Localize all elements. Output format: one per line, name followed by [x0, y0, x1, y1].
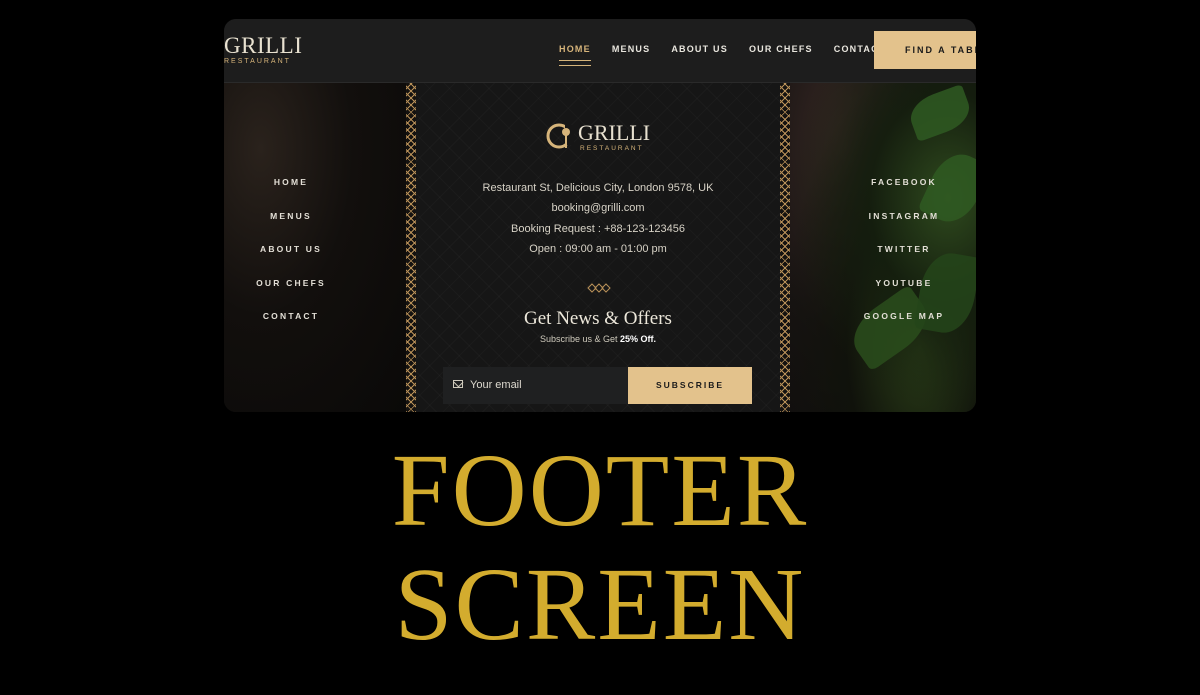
nav-our-chefs[interactable]: OUR CHEFS — [749, 44, 813, 54]
footer-social-links: FACEBOOK INSTAGRAM TWITTER YOUTUBE GOOGL… — [834, 177, 974, 345]
footer-link-home[interactable]: HOME — [224, 177, 358, 211]
site-header: GRILLI RESTAURANT HOME MENUS ABOUT US OU… — [224, 19, 976, 83]
footer-logo-subtitle: RESTAURANT — [580, 145, 644, 152]
social-link-youtube[interactable]: YOUTUBE — [834, 278, 974, 312]
nav-menus[interactable]: MENUS — [612, 44, 651, 54]
caption-line-1: FOOTER — [391, 433, 809, 548]
nav-home[interactable]: HOME — [559, 44, 591, 66]
caption-line-2: SCREEN — [394, 547, 806, 662]
email-placeholder: Your email — [470, 379, 522, 391]
mail-icon — [453, 380, 463, 388]
header-logo-subtitle: RESTAURANT — [224, 58, 291, 65]
social-link-twitter[interactable]: TWITTER — [834, 244, 974, 278]
newsletter-subtitle-text: Subscribe us & Get — [539, 334, 621, 344]
social-link-google-map[interactable]: GOOGLE MAP — [834, 311, 974, 345]
subscribe-button[interactable]: SUBSCRIBE — [628, 367, 752, 404]
social-link-instagram[interactable]: INSTAGRAM — [834, 211, 974, 245]
caption-title: FOOTER SCREEN — [0, 434, 1200, 662]
hours-text: Open : 09:00 am - 01:00 pm — [529, 242, 667, 255]
newsletter-title: Get News & Offers — [524, 308, 672, 329]
social-link-facebook[interactable]: FACEBOOK — [834, 177, 974, 211]
email-input[interactable]: Your email — [443, 367, 628, 404]
footer-logo[interactable]: GRILLI RESTAURANT — [546, 120, 656, 154]
footer-link-contact[interactable]: CONTACT — [224, 311, 358, 345]
footer-left-links: HOME MENUS ABOUT US OUR CHEFS CONTACT — [224, 177, 358, 345]
main-nav: HOME MENUS ABOUT US OUR CHEFS CONTACT — [559, 44, 885, 66]
leaf-decoration — [904, 83, 976, 143]
address-text: Restaurant St, Delicious City, London 95… — [482, 182, 714, 194]
divider-ornament-icon — [587, 283, 611, 293]
footer-link-menus[interactable]: MENUS — [224, 211, 358, 245]
discount-highlight: 25% Off. — [620, 334, 657, 344]
contact-info: Restaurant St, Delicious City, London 95… — [466, 182, 730, 263]
logo-mark-icon — [546, 123, 574, 149]
booking-text: Booking Request : +88-123-123456 — [511, 222, 685, 235]
header-logo[interactable]: GRILLI — [224, 34, 302, 57]
newsletter-subtitle: Subscribe us & Get 25% Off. — [466, 334, 730, 344]
ornament-border-left — [406, 83, 416, 412]
footer-link-our-chefs[interactable]: OUR CHEFS — [224, 278, 358, 312]
footer-link-about-us[interactable]: ABOUT US — [224, 244, 358, 278]
footer-logo-text: GRILLI — [578, 120, 651, 145]
email-link[interactable]: booking@grilli.com — [466, 202, 730, 222]
find-a-table-button[interactable]: FIND A TABL — [874, 31, 976, 69]
nav-about-us[interactable]: ABOUT US — [671, 44, 728, 54]
ornament-border-right — [780, 83, 790, 412]
